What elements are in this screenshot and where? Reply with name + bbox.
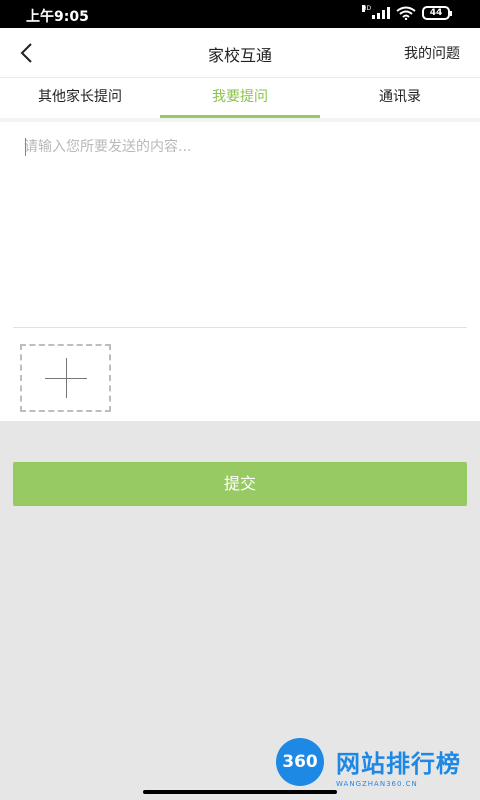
divider	[13, 327, 467, 328]
watermark-subtext: WANGZHAN360.CN	[336, 780, 418, 788]
tab-bar: 其他家长提问 我要提问 通讯录	[0, 78, 480, 118]
text-caret	[25, 138, 26, 156]
compose-panel	[0, 122, 480, 421]
message-input[interactable]	[24, 136, 456, 326]
watermark-logo: 360 网站排行榜 WANGZHAN360.CN	[270, 736, 476, 796]
network-type: HD	[362, 5, 372, 12]
battery-icon: 44	[422, 6, 452, 20]
gesture-nav-handle[interactable]	[143, 790, 337, 794]
cell-signal-icon: HD	[362, 5, 390, 19]
watermark-text: 网站排行榜	[336, 750, 461, 778]
status-bar: 上午9:05 HD 44	[0, 0, 480, 28]
back-arrow-icon[interactable]	[14, 40, 40, 66]
tab-other-parents-questions[interactable]: 其他家长提问	[0, 78, 160, 118]
my-questions-link[interactable]: 我的问题	[404, 43, 460, 63]
header: 家校互通 我的问题	[0, 28, 480, 78]
status-icons: HD 44	[362, 5, 452, 20]
watermark-badge: 360	[276, 738, 324, 786]
wifi-icon	[396, 6, 416, 20]
tab-ask-question[interactable]: 我要提问	[160, 78, 320, 118]
tab-contacts[interactable]: 通讯录	[320, 78, 480, 118]
status-time: 上午9:05	[26, 9, 89, 25]
add-image-button[interactable]	[20, 344, 111, 412]
submit-button[interactable]: 提交	[13, 462, 467, 506]
